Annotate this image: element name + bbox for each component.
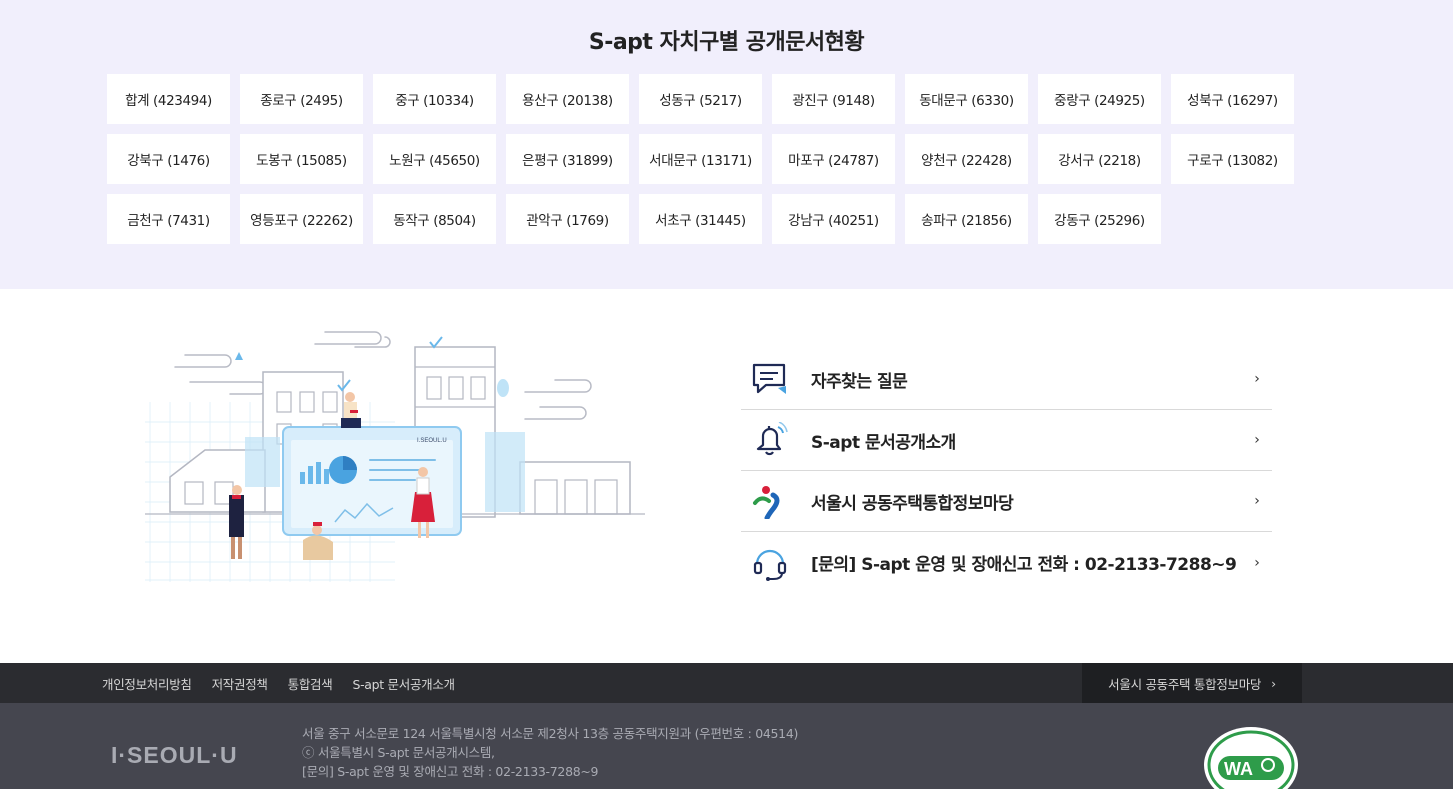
quick-link-faq[interactable]: 자주찾는 질문 ›	[741, 349, 1272, 410]
footer-links: 개인정보처리방침 저작권정책 통합검색 S-apt 문서공개소개	[102, 663, 455, 703]
district-button-seodaemun[interactable]: 서대문구 (13171)	[639, 134, 762, 184]
district-button-jung[interactable]: 중구 (10334)	[373, 74, 496, 124]
district-button-yongsan[interactable]: 용산구 (20138)	[506, 74, 629, 124]
district-button-geumcheon[interactable]: 금천구 (7431)	[107, 194, 230, 244]
footer-bottom: I·SEOUL·U 서울 중구 서소문로 124 서울특별시청 서소문 제2청사…	[0, 703, 1453, 789]
district-button-gangnam[interactable]: 강남구 (40251)	[772, 194, 895, 244]
district-button-seongbuk[interactable]: 성북구 (16297)	[1171, 74, 1294, 124]
quick-link-label: 서울시 공동주택통합정보마당	[811, 493, 1014, 514]
chat-bubble-icon	[741, 359, 799, 399]
footer-site-label: 서울시 공동주택 통합정보마당	[1108, 676, 1262, 692]
district-button-seocho[interactable]: 서초구 (31445)	[639, 194, 762, 244]
screen-logo-text: I.SEOUL.U	[417, 438, 447, 444]
seoul-symbol-icon	[741, 481, 799, 521]
quick-link-label: S-apt 문서공개소개	[811, 432, 956, 453]
chevron-right-icon: ›	[1254, 371, 1260, 387]
footer-link-privacy[interactable]: 개인정보처리방침	[102, 674, 192, 693]
quick-link-label: [문의] S-apt 운영 및 장애신고 전화 : 02-2133-7288~9	[811, 555, 1237, 575]
seoul-logo: I·SEOUL·U	[111, 742, 238, 768]
district-section: S-apt 자치구별 공개문서현황 합계 (423494) 종로구 (2495)…	[0, 0, 1453, 289]
footer-contact: [문의] S-apt 운영 및 장애신고 전화 : 02-2133-7288~9	[302, 764, 599, 779]
district-button-dongdaemun[interactable]: 동대문구 (6330)	[905, 74, 1028, 124]
district-button-gwanak[interactable]: 관악구 (1769)	[506, 194, 629, 244]
bell-icon	[741, 420, 799, 460]
chevron-right-icon: ›	[1271, 675, 1276, 691]
district-button-yeongdeungpo[interactable]: 영등포구 (22262)	[240, 194, 363, 244]
quick-links: 자주찾는 질문 › S-apt 문서공개소개 › 서울시 공동주택통합정보마당 …	[741, 349, 1272, 593]
footer-copyright: ⓒ 서울특별시 S-apt 문서공개시스템,	[302, 745, 495, 760]
chevron-right-icon: ›	[1254, 493, 1260, 509]
footer-link-search[interactable]: 통합검색	[288, 674, 333, 693]
district-button-jungnang[interactable]: 중랑구 (24925)	[1038, 74, 1161, 124]
wa-accessibility-mark-icon: WA	[1204, 727, 1298, 789]
footer-info: 서울 중구 서소문로 124 서울특별시청 서소문 제2청사 13층 공동주택지…	[302, 724, 798, 781]
district-button-dongjak[interactable]: 동작구 (8504)	[373, 194, 496, 244]
city-illustration: I.SEOUL.U	[145, 331, 645, 582]
district-button-gangseo[interactable]: 강서구 (2218)	[1038, 134, 1161, 184]
district-button-gangbuk[interactable]: 강북구 (1476)	[107, 134, 230, 184]
district-button-songpa[interactable]: 송파구 (21856)	[905, 194, 1028, 244]
district-button-yangcheon[interactable]: 양천구 (22428)	[905, 134, 1028, 184]
chevron-right-icon: ›	[1254, 554, 1260, 571]
district-button-seongdong[interactable]: 성동구 (5217)	[639, 74, 762, 124]
district-button-gangdong[interactable]: 강동구 (25296)	[1038, 194, 1161, 244]
district-button-eunpyeong[interactable]: 은평구 (31899)	[506, 134, 629, 184]
footer-address: 서울 중구 서소문로 124 서울특별시청 서소문 제2청사 13층 공동주택지…	[302, 726, 799, 741]
quick-link-intro[interactable]: S-apt 문서공개소개 ›	[741, 410, 1272, 471]
district-button-nowon[interactable]: 노원구 (45650)	[373, 134, 496, 184]
district-grid: 합계 (423494) 종로구 (2495) 중구 (10334) 용산구 (2…	[107, 74, 1303, 244]
district-button-total[interactable]: 합계 (423494)	[107, 74, 230, 124]
district-button-guro[interactable]: 구로구 (13082)	[1171, 134, 1294, 184]
district-section-title: S-apt 자치구별 공개문서현황	[588, 30, 865, 55]
district-button-jongno[interactable]: 종로구 (2495)	[240, 74, 363, 124]
district-button-dobong[interactable]: 도봉구 (15085)	[240, 134, 363, 184]
footer-link-copyright[interactable]: 저작권정책	[212, 674, 268, 693]
footer-site-link[interactable]: 서울시 공동주택 통합정보마당 ›	[1082, 663, 1302, 703]
wa-mark-text: WA	[1224, 759, 1253, 779]
quick-link-contact[interactable]: [문의] S-apt 운영 및 장애신고 전화 : 02-2133-7288~9…	[741, 532, 1272, 593]
quick-link-seoul-housing[interactable]: 서울시 공동주택통합정보마당 ›	[741, 471, 1272, 532]
quick-link-label: 자주찾는 질문	[811, 371, 908, 392]
chevron-right-icon: ›	[1254, 432, 1260, 448]
footer-link-intro[interactable]: S-apt 문서공개소개	[352, 674, 455, 693]
district-button-gwangjin[interactable]: 광진구 (9148)	[772, 74, 895, 124]
headset-icon	[741, 543, 799, 583]
footer-top-bar: 개인정보처리방침 저작권정책 통합검색 S-apt 문서공개소개 서울시 공동주…	[0, 663, 1453, 703]
district-button-mapo[interactable]: 마포구 (24787)	[772, 134, 895, 184]
